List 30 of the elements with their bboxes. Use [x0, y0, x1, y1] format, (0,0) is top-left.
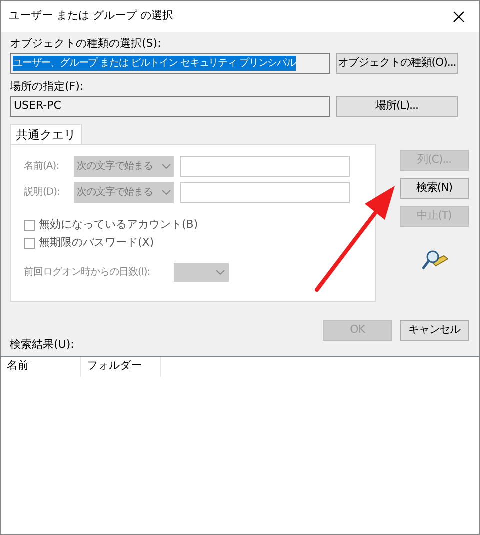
dropdown-value: 次の文字で始まる — [77, 186, 153, 200]
dialog-button[interactable]: 場所(L)... — [336, 96, 458, 117]
query-tab[interactable]: 共通クエリ — [10, 124, 82, 144]
field-label: オブジェクトの種類の選択(S): — [10, 36, 162, 52]
chevron-down-icon — [162, 164, 171, 169]
dialog-button[interactable]: オブジェクトの種類(O)... — [336, 53, 458, 74]
field-value: ユーザー、グループ または ビルトイン セキュリティ プリンシパル — [13, 56, 296, 71]
dialog-button[interactable]: 検索(N) — [400, 178, 469, 199]
days-label: 前回ログオン時からの日数(I): — [24, 266, 152, 280]
column-header[interactable]: フォルダー — [81, 356, 161, 376]
checkbox-label: 無期限のパスワード(X) — [39, 234, 154, 251]
checkbox[interactable] — [24, 238, 35, 248]
dropdown-value: 次の文字で始まる — [77, 160, 153, 174]
field-label: 場所の指定(F): — [10, 79, 85, 95]
chevron-down-icon — [216, 270, 225, 275]
checkbox[interactable] — [24, 220, 35, 230]
search-icon — [422, 250, 448, 272]
window-title: ユーザー または グループ の選択 — [9, 8, 174, 24]
filter-label: 説明(D): — [24, 186, 61, 200]
text-field[interactable] — [180, 182, 350, 203]
results-label: 検索結果(U): — [10, 337, 76, 353]
close-icon[interactable] — [453, 10, 465, 22]
column-header[interactable]: 名前 — [1, 356, 81, 376]
location-field[interactable]: USER-PC — [10, 96, 330, 117]
text-field[interactable] — [180, 156, 350, 177]
filter-label: 名前(A): — [24, 160, 60, 174]
chevron-down-icon — [162, 190, 171, 195]
checkbox-label: 無効になっているアカウント(B) — [39, 216, 198, 233]
dialog-button[interactable]: キャンセル — [400, 320, 469, 341]
object-types-field[interactable]: ユーザー、グループ または ビルトイン セキュリティ プリンシパル — [10, 53, 330, 74]
